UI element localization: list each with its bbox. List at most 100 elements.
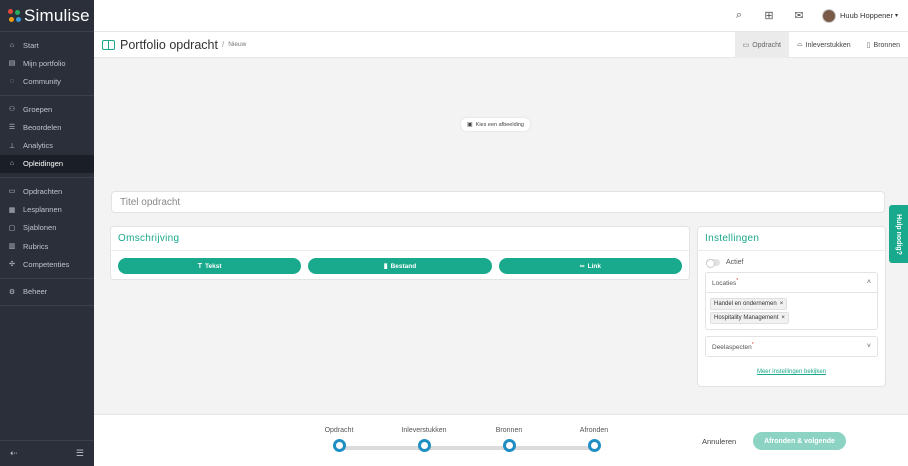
- page-tabs: ▭ Opdracht ⌓ Inleverstukken ▯ Bronnen: [734, 32, 908, 58]
- sidebar-item-lesplannen[interactable]: ▦ Lesplannen: [0, 200, 94, 218]
- sidebar-item-label: Sjablonen: [23, 223, 57, 233]
- sidebar-item-groepen[interactable]: ⚇ Groepen: [0, 100, 94, 118]
- link-icon: ∞: [579, 262, 585, 270]
- step-afronden[interactable]: Afronden: [564, 415, 624, 452]
- step-bronnen[interactable]: Bronnen: [479, 415, 539, 452]
- logo-mark-icon: [8, 8, 22, 23]
- sidebar-item-opdrachten[interactable]: ▭ Opdrachten: [0, 182, 94, 200]
- footer-bar: Opdracht Inleverstukken Bronnen Afronden…: [94, 414, 908, 466]
- choose-image-button[interactable]: ▣ Kies een afbeelding: [461, 118, 530, 131]
- step-label: Inleverstukken: [401, 427, 447, 434]
- step-inleverstukken[interactable]: Inleverstukken: [394, 415, 454, 452]
- chip-label: Hospitality Management: [714, 315, 779, 321]
- file-icon: ▮: [383, 263, 388, 270]
- collapse-sidebar-icon[interactable]: ☰: [76, 448, 84, 459]
- step-dot: [502, 439, 516, 452]
- grid-icon: ▥: [8, 243, 16, 251]
- chat-icon: ◌: [9, 78, 15, 86]
- school-icon: ⌂: [9, 160, 15, 168]
- search-icon[interactable]: ⌕: [724, 9, 754, 22]
- add-text-button[interactable]: T Tekst: [118, 258, 302, 274]
- required-mark: *: [751, 341, 754, 348]
- active-toggle[interactable]: [706, 259, 720, 268]
- step-label: Opdracht: [324, 427, 354, 434]
- chevron-down-icon[interactable]: ˅: [867, 343, 871, 350]
- active-label: Actief: [726, 259, 744, 266]
- description-card: Omschrijving T Tekst ▮ Bestand ∞ Link: [110, 226, 690, 280]
- sidebar-item-community[interactable]: ◌ Community: [0, 73, 94, 91]
- chevron-up-icon[interactable]: ˄: [867, 279, 871, 286]
- more-settings-link[interactable]: Meer instellingen bekijken: [698, 369, 885, 375]
- logo[interactable]: Simulise: [0, 0, 94, 32]
- button-label: Tekst: [205, 262, 222, 270]
- sidebar-item-label: Opdrachten: [23, 186, 63, 196]
- sub-aspects-label: Deelaspecten: [712, 344, 752, 352]
- sidebar-item-beoordelen[interactable]: ☰ Beoordelen: [0, 118, 94, 136]
- sidebar-group: ⚇ Groepen ☰ Beoordelen ⊥ Analytics ⌂ Opleidinge…: [0, 96, 94, 179]
- inbox-icon: ⌓: [796, 41, 803, 48]
- settings-card: Instellingen Actief Locaties* ˄ Handel e…: [697, 226, 886, 387]
- description-buttons: T Tekst ▮ Bestand ∞ Link: [111, 251, 689, 281]
- tab-bronnen[interactable]: ▯ Bronnen: [859, 32, 908, 58]
- button-label: Bestand: [390, 262, 417, 270]
- sidebar-item-analytics[interactable]: ⊥ Analytics: [0, 136, 94, 154]
- sidebar-item-label: Competenties: [23, 259, 70, 269]
- remove-icon[interactable]: ×: [781, 315, 785, 321]
- tab-inleverstukken[interactable]: ⌓ Inleverstukken: [789, 32, 859, 58]
- file-icon: ▯: [866, 42, 871, 49]
- help-label: Hulp nodig?: [895, 213, 903, 255]
- sidebar-item-opleidingen[interactable]: ⌂ Opleidingen: [0, 154, 94, 174]
- finish-next-button[interactable]: Afronden & volgende: [753, 432, 846, 450]
- sub-aspects-select-head[interactable]: Deelaspecten* ˅: [706, 337, 877, 356]
- user-menu[interactable]: Huub Hoppener ▾: [822, 8, 898, 23]
- location-chip: Handel en ondernemen ×: [710, 298, 788, 310]
- sidebar-nav: ⌂ Start ▤ Mijn portfolio ◌ Community ⚇ Groepen ☰…: [0, 32, 94, 306]
- sidebar-item-competenties[interactable]: ✣ Competenties: [0, 255, 94, 273]
- sidebar-item-label: Mijn portfolio: [23, 58, 66, 68]
- competence-icon: ✣: [9, 261, 15, 269]
- help-tab[interactable]: Hulp nodig?: [889, 205, 908, 263]
- briefcase-icon: ▤: [8, 60, 16, 68]
- logout-icon[interactable]: ⇠: [10, 448, 18, 459]
- page-header: Portfolio opdracht / Nieuw ▭ Opdracht ⌓ …: [94, 32, 908, 58]
- add-file-button[interactable]: ▮ Bestand: [308, 258, 492, 274]
- locations-select[interactable]: Locaties* ˄ Handel en ondernemen × Hospit…: [705, 272, 878, 330]
- sidebar-item-mijn-portfolio[interactable]: ▤ Mijn portfolio: [0, 54, 94, 72]
- cover-image-area: ▣ Kies een afbeelding: [94, 58, 908, 188]
- settings-title: Instellingen: [698, 227, 885, 251]
- locations-select-head[interactable]: Locaties* ˄: [706, 273, 877, 292]
- sidebar-item-beheer[interactable]: ⚙ Beheer: [0, 283, 94, 301]
- step-label: Afronden: [579, 427, 609, 434]
- step-dot: [332, 439, 346, 452]
- chip-label: Handel en ondernemen: [714, 301, 777, 307]
- book-icon: ▭: [742, 42, 750, 49]
- tab-label: Bronnen: [873, 41, 900, 49]
- sub-aspects-select[interactable]: Deelaspecten* ˅: [705, 336, 878, 357]
- tab-label: Inleverstukken: [805, 41, 851, 49]
- book-icon: [102, 39, 115, 50]
- avatar: [822, 8, 837, 23]
- breadcrumb: Nieuw: [228, 41, 247, 48]
- book-icon: ▭: [8, 188, 16, 196]
- title-input[interactable]: Titel opdracht: [111, 191, 885, 213]
- chart-icon: ⊥: [8, 142, 16, 150]
- breadcrumb-separator: /: [221, 40, 225, 49]
- sidebar-item-sjablonen[interactable]: ▢ Sjablonen: [0, 219, 94, 237]
- apps-grid-icon[interactable]: ⊞: [754, 9, 784, 22]
- sidebar-group: ⌂ Start ▤ Mijn portfolio ◌ Community: [0, 32, 94, 96]
- step-indicator: Opdracht Inleverstukken Bronnen Afronden: [319, 415, 609, 466]
- add-link-button[interactable]: ∞ Link: [498, 258, 682, 274]
- sidebar-item-label: Beheer: [23, 287, 48, 297]
- active-toggle-row: Actief: [698, 251, 885, 268]
- sidebar-item-rubrics[interactable]: ▥ Rubrics: [0, 237, 94, 255]
- page-title: Portfolio opdracht: [120, 37, 218, 52]
- sidebar-item-start[interactable]: ⌂ Start: [0, 36, 94, 54]
- template-icon: ▢: [8, 224, 16, 232]
- tab-opdracht[interactable]: ▭ Opdracht: [734, 32, 789, 58]
- inbox-icon[interactable]: ✉: [784, 9, 814, 22]
- remove-icon[interactable]: ×: [780, 301, 784, 307]
- cancel-button[interactable]: Annuleren: [702, 437, 736, 446]
- sidebar-item-label: Groepen: [23, 104, 53, 114]
- topbar: ⌕ ⊞ ✉ Huub Hoppener ▾: [94, 0, 908, 32]
- step-opdracht[interactable]: Opdracht: [309, 415, 369, 452]
